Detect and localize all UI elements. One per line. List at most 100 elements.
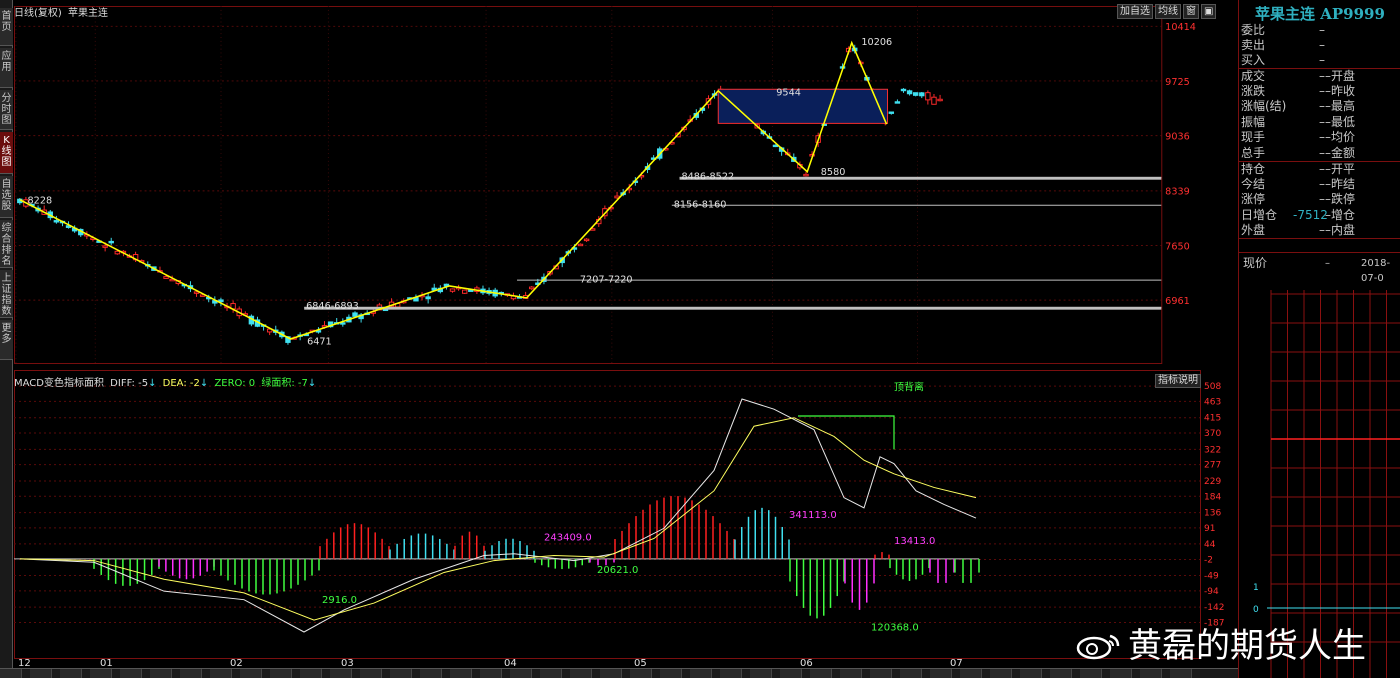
macd-tick-label: 370 xyxy=(1204,429,1221,439)
bottom-tab[interactable] xyxy=(960,669,982,678)
quote-label: 总手 xyxy=(1241,146,1266,160)
price-annotation: 6846-6893 xyxy=(306,301,359,312)
quote-value: – xyxy=(1319,115,1325,129)
candle-body xyxy=(931,96,937,105)
candle-body xyxy=(114,250,121,255)
bottom-tab[interactable] xyxy=(930,669,952,678)
time-axis-label: 12 xyxy=(18,658,31,668)
macd-annotation: 341113.0 xyxy=(789,510,837,521)
quote-label: 外盘 xyxy=(1241,223,1266,237)
bottom-tab[interactable] xyxy=(1020,669,1042,678)
bottom-tab[interactable] xyxy=(270,669,292,678)
time-axis-label: 06 xyxy=(800,658,813,668)
sidebar-tab-2[interactable]: 分时图 xyxy=(0,90,13,130)
quote-label: 买入 xyxy=(1241,53,1266,67)
bottom-tab[interactable] xyxy=(1140,669,1162,678)
bottom-tab[interactable] xyxy=(660,669,682,678)
bottom-tab[interactable] xyxy=(720,669,742,678)
bottom-tab[interactable] xyxy=(690,669,712,678)
quote-label: 持仓 xyxy=(1241,162,1266,176)
bottom-tab[interactable] xyxy=(750,669,772,678)
sidebar-tab-1[interactable]: 应用 xyxy=(0,48,13,88)
bottom-tab[interactable] xyxy=(870,669,892,678)
macd-annotation: 20621.0 xyxy=(597,565,638,576)
bottom-tab[interactable] xyxy=(0,669,22,678)
toolbar-button-1[interactable]: 均线 xyxy=(1155,4,1181,19)
candle-body xyxy=(449,288,456,292)
sidebar-tab-6[interactable]: 上证指数 xyxy=(0,270,13,318)
quote-label: 日增仓 xyxy=(1241,208,1278,222)
bottom-tab[interactable] xyxy=(360,669,382,678)
bottom-tab[interactable] xyxy=(900,669,922,678)
panel-divider xyxy=(1239,238,1400,239)
bottom-tab[interactable] xyxy=(1110,669,1132,678)
sidebar-tab-4[interactable]: 自选股 xyxy=(0,176,13,218)
quote-label: –昨结 xyxy=(1325,177,1356,191)
macd-annotation: 2916.0 xyxy=(322,595,357,606)
bottom-tab[interactable] xyxy=(330,669,352,678)
quote-label: –最低 xyxy=(1325,115,1356,129)
quote-value: – xyxy=(1319,162,1325,176)
bottom-tab[interactable] xyxy=(390,669,412,678)
bottom-tab[interactable] xyxy=(90,669,112,678)
time-axis-label: 02 xyxy=(230,658,243,668)
plot-border xyxy=(14,6,1163,364)
sidebar-tab-5[interactable]: 综合排名 xyxy=(0,220,13,268)
bottom-tab[interactable] xyxy=(60,669,82,678)
bottom-tab[interactable] xyxy=(630,669,652,678)
bottom-tab[interactable] xyxy=(300,669,322,678)
bottom-tab[interactable] xyxy=(450,669,472,678)
candle-body xyxy=(218,299,224,303)
bottom-tab[interactable] xyxy=(30,669,52,678)
panel-divider xyxy=(1239,161,1400,162)
bottom-tab[interactable] xyxy=(1170,669,1192,678)
bottom-tab[interactable] xyxy=(210,669,232,678)
macd-tick-label: 463 xyxy=(1204,397,1221,407)
sidebar-tab-3[interactable]: K线图 xyxy=(0,132,13,174)
sidebar-tab-7[interactable]: 更多 xyxy=(0,320,13,360)
consolidation-box xyxy=(717,88,889,124)
indicator-note-button[interactable]: 指标说明 xyxy=(1155,374,1201,388)
bottom-tab[interactable] xyxy=(510,669,532,678)
time-axis-label: 03 xyxy=(341,658,354,668)
macd-zero-value: ZERO: 0 xyxy=(214,378,256,389)
sidebar-tab-0[interactable]: 首页 xyxy=(0,8,13,46)
bottom-tab[interactable] xyxy=(540,669,562,678)
bottom-tab[interactable] xyxy=(810,669,832,678)
bottom-tab[interactable] xyxy=(1080,669,1102,678)
bottom-tab[interactable] xyxy=(600,669,622,678)
toolbar-button-2[interactable]: 窗 xyxy=(1183,4,1199,19)
macd-indicator-name: MACD变色指标面积 xyxy=(14,378,104,389)
candle-body xyxy=(912,92,919,96)
bottom-tab[interactable] xyxy=(480,669,502,678)
toolbar-button-0[interactable]: 加自选 xyxy=(1117,4,1153,19)
watermark-text: 黄磊的期货人生 xyxy=(1128,626,1366,666)
chart-period: 日线(复权) xyxy=(14,8,62,19)
bottom-tab[interactable] xyxy=(840,669,862,678)
quote-label: –增仓 xyxy=(1325,208,1356,222)
macd-chart[interactable]: 508 463 415 370 322 277 229 184 136 91 44 -2 -49 -94 -… xyxy=(14,370,1240,668)
bottom-tab[interactable] xyxy=(570,669,592,678)
bottom-tab[interactable] xyxy=(180,669,202,678)
macd-annotation: 13413.0 xyxy=(894,536,935,547)
price-annotation: 8156-8160 xyxy=(674,200,727,211)
bottom-tab[interactable] xyxy=(780,669,802,678)
macd-annotation: 120368.0 xyxy=(871,622,919,633)
quote-label: 今结 xyxy=(1241,177,1266,191)
bottom-tab[interactable] xyxy=(990,669,1012,678)
kline-chart[interactable]: 10414 9725 9036 8339 7650 6961 8228 6471 6846-68… xyxy=(14,0,1200,370)
bottom-tab[interactable] xyxy=(240,669,262,678)
candle-body xyxy=(900,88,907,92)
quote-value: – xyxy=(1319,38,1325,52)
bottom-tab[interactable] xyxy=(1050,669,1072,678)
bottom-tab[interactable] xyxy=(120,669,142,678)
macd-tick-label: 508 xyxy=(1204,382,1221,392)
macd-tick-label: 277 xyxy=(1204,461,1221,471)
chart-toolbar: 加自选 均线窗 ▣ xyxy=(1115,4,1217,19)
bottom-tab[interactable] xyxy=(420,669,442,678)
toolbar-button-3[interactable]: ▣ xyxy=(1201,4,1217,19)
quote-value: – xyxy=(1319,130,1325,144)
bottom-tab[interactable] xyxy=(150,669,172,678)
chart-header: 日线(复权) 苹果主连 xyxy=(14,4,108,19)
macd-tick-label: 136 xyxy=(1204,509,1221,519)
